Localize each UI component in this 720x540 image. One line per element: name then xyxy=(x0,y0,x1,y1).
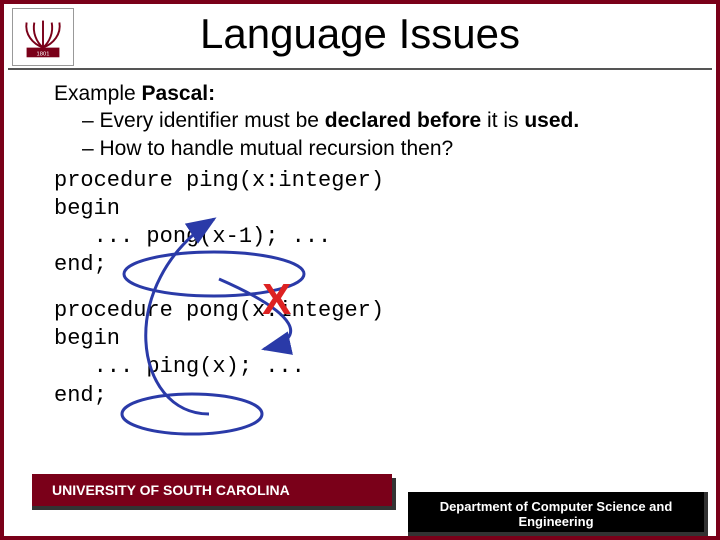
bullet-1: Every identifier must be declared before… xyxy=(82,108,686,134)
code-block-pong: procedure pong(x:integer) begin ... ping… xyxy=(54,297,686,410)
code2-l3: ... ping(x); ... xyxy=(54,354,305,379)
code1-l4: end; xyxy=(54,252,107,277)
code1-l1: procedure ping(x:integer) xyxy=(54,168,384,193)
bullet1-part-b: declared before xyxy=(325,109,481,132)
bullet1-part-c: it is xyxy=(481,109,524,132)
slide-body: Example Pascal: Every identifier must be… xyxy=(54,82,686,410)
banner-right-shadow: Department of Computer Science and Engin… xyxy=(408,492,708,536)
code2-l4: end; xyxy=(54,383,107,408)
code1-l3: ... pong(x-1); ... xyxy=(54,224,331,249)
bullet-2: How to handle mutual recursion then? xyxy=(82,136,686,162)
bullet1-part-d: used. xyxy=(524,109,579,132)
example-lang: Pascal: xyxy=(142,82,216,105)
example-heading: Example Pascal: xyxy=(54,82,686,106)
banner-dept-l2: Engineering xyxy=(518,514,593,529)
banner-dept-l1: Department of Computer Science and xyxy=(440,499,673,514)
code1-l2: begin xyxy=(54,196,120,221)
banner-left-shadow: UNIVERSITY OF SOUTH CAROLINA xyxy=(32,478,396,510)
example-label: Example xyxy=(54,82,142,105)
slide: 1801 Language Issues Example Pascal: Eve… xyxy=(0,0,720,540)
code2-l2: begin xyxy=(54,326,120,351)
title-divider xyxy=(8,68,712,70)
bullet1-part-a: Every identifier must be xyxy=(100,109,325,132)
code2-l1: procedure pong(x:integer) xyxy=(54,298,384,323)
code-block-ping: procedure ping(x:integer) begin ... pong… xyxy=(54,167,686,280)
banner-university: UNIVERSITY OF SOUTH CAROLINA xyxy=(32,474,392,506)
slide-title: Language Issues xyxy=(4,4,716,58)
banner-department: Department of Computer Science and Engin… xyxy=(408,492,704,532)
